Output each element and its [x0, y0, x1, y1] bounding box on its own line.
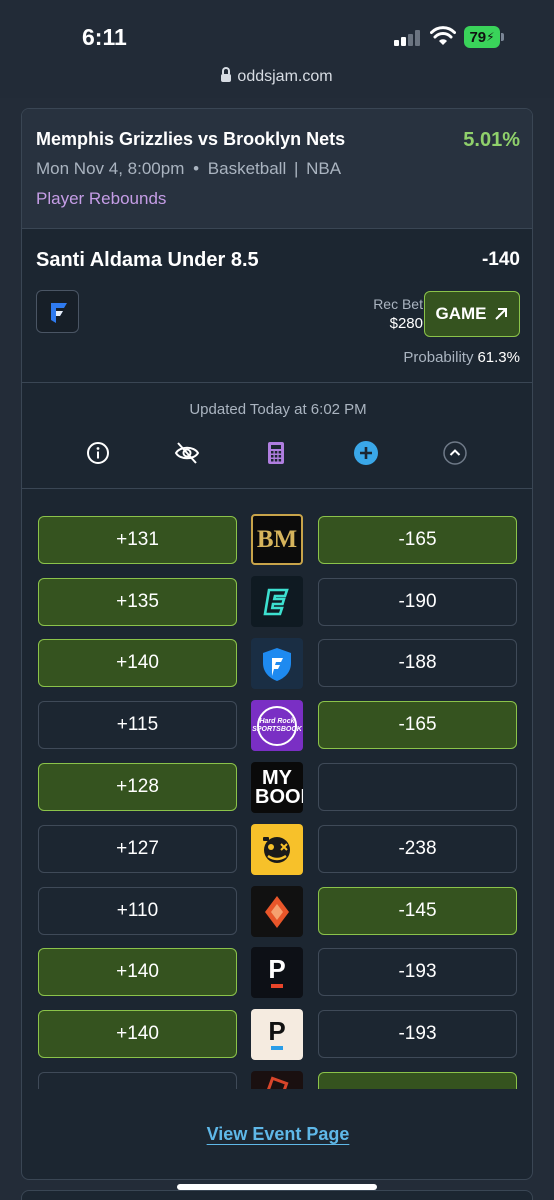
bet-odds: -140 [481, 249, 520, 270]
game-button[interactable]: GAME [424, 291, 520, 337]
over-odds[interactable]: +110 [38, 887, 237, 935]
event-sport: Basketball [207, 159, 287, 178]
prizepicks-dark-logo-icon[interactable]: P [251, 947, 303, 998]
event-meta: Mon Nov 4, 8:00pm • Basketball | NBA [36, 159, 342, 178]
book-icon-text: P [268, 1016, 286, 1046]
clock: 6:11 [82, 24, 127, 50]
fanatics-logo-icon[interactable] [36, 290, 79, 333]
bet-details: Santi Aldama Under 8.5 -140 Rec Bet $280… [22, 229, 532, 383]
hard-rock-logo-icon[interactable]: Hard Rock SPORTSBOOK [251, 700, 303, 751]
over-odds[interactable]: +115 [38, 701, 237, 749]
under-odds[interactable]: -193 [318, 1010, 517, 1058]
over-odds[interactable]: +131 [38, 516, 237, 564]
under-odds[interactable] [318, 1072, 517, 1089]
partial-book-logo-icon[interactable] [251, 1071, 303, 1089]
ev-percentage: 5.01% [463, 129, 520, 151]
updated-timestamp: Updated Today at 6:02 PM [189, 401, 367, 418]
arrow-up-right-icon [494, 308, 507, 320]
fliff-logo-icon[interactable] [251, 886, 303, 937]
event-league: NBA [306, 159, 342, 178]
over-odds[interactable]: +140 [38, 948, 237, 996]
under-odds[interactable]: -165 [318, 516, 517, 564]
rec-bet-label: Rec Bet [373, 296, 423, 312]
probability-label: Probability [403, 349, 474, 366]
view-event-page-link[interactable]: View Event Page [22, 1124, 532, 1145]
under-odds[interactable]: -238 [318, 825, 517, 873]
under-odds[interactable]: -145 [318, 887, 517, 935]
book-icon-text: Hard Rock SPORTSBOOK [252, 705, 302, 746]
betmgm-logo-icon[interactable]: BM [251, 514, 303, 565]
calculator-icon[interactable] [263, 440, 289, 466]
info-icon[interactable] [85, 440, 111, 466]
under-odds[interactable] [318, 763, 517, 811]
probability: Probability 61.3% [403, 349, 520, 366]
probability-value: 61.3% [477, 349, 520, 366]
market-name: Player Rebounds [36, 189, 167, 208]
over-odds[interactable]: +127 [38, 825, 237, 873]
over-odds[interactable]: +135 [38, 578, 237, 626]
url-text: oddsjam.com [237, 68, 333, 85]
book-icon-text: BM [256, 525, 298, 553]
prizepicks-light-logo-icon[interactable]: P [251, 1009, 303, 1060]
game-button-label: GAME [435, 304, 487, 323]
event-header: Memphis Grizzlies vs Brooklyn Nets 5.01%… [22, 109, 532, 229]
odds-grid: +131 BM -165 +135 -190 +140 -188 +115 Ha… [22, 489, 532, 1089]
event-datetime: Mon Nov 4, 8:00pm [36, 159, 185, 178]
over-odds[interactable]: +140 [38, 639, 237, 687]
address-bar[interactable]: oddsjam.com [0, 67, 554, 86]
book-icon-text: P [268, 954, 286, 984]
under-odds[interactable]: -188 [318, 639, 517, 687]
cellular-signal-icon [394, 30, 420, 46]
under-odds[interactable]: -190 [318, 578, 517, 626]
home-indicator[interactable] [177, 1184, 377, 1190]
wifi-icon [430, 26, 456, 45]
recommended-bet: Rec Bet $280 [373, 294, 423, 334]
battery-level: 79 [469, 28, 487, 46]
eye-off-icon[interactable] [174, 440, 200, 466]
over-odds[interactable]: +128 [38, 763, 237, 811]
toolbar: Updated Today at 6:02 PM [22, 383, 532, 489]
mybookie-logo-icon[interactable]: MY BOOKIE [251, 762, 303, 813]
underdog-logo-icon[interactable] [251, 824, 303, 875]
next-card-edge [21, 1190, 533, 1200]
battery-icon: 79 ⚡ [464, 26, 504, 48]
chevron-up-icon[interactable] [442, 440, 468, 466]
fanduel-logo-icon[interactable] [251, 638, 303, 689]
under-odds[interactable]: -165 [318, 701, 517, 749]
rec-bet-amount: $280 [389, 315, 423, 332]
event-matchup: Memphis Grizzlies vs Brooklyn Nets [36, 129, 346, 149]
bet-selection: Santi Aldama Under 8.5 [36, 249, 259, 271]
book-icon-text: MY BOOKIE [255, 766, 303, 808]
espn-bet-logo-icon[interactable] [251, 576, 303, 627]
over-odds[interactable] [38, 1072, 237, 1089]
lock-icon [221, 67, 232, 82]
under-odds[interactable]: -193 [318, 948, 517, 996]
bet-card: Memphis Grizzlies vs Brooklyn Nets 5.01%… [21, 108, 533, 1180]
plus-circle-icon[interactable] [353, 440, 379, 466]
over-odds[interactable]: +140 [38, 1010, 237, 1058]
status-bar: 6:11 79 ⚡ oddsjam.com [0, 0, 554, 98]
